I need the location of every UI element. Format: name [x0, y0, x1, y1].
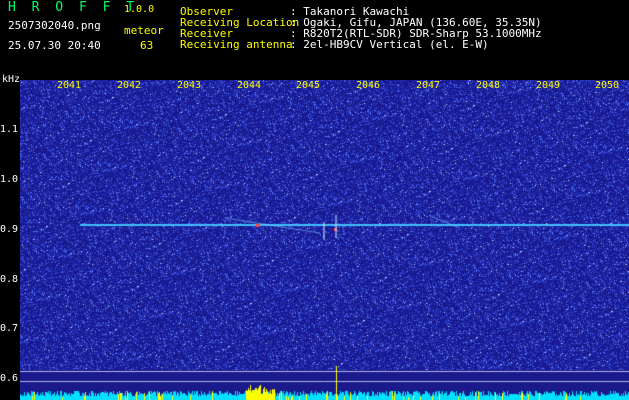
app-title: H R O F F T	[8, 0, 139, 15]
x-tick-label: 2046	[355, 80, 381, 91]
capture-timestamp: 25.07.30 20:40	[8, 39, 101, 52]
detection-count: 63	[140, 39, 154, 52]
antenna-value: : 2el-HB9CV Vertical (el. E-W)	[290, 38, 489, 51]
x-tick-label: 2044	[236, 80, 262, 91]
y-axis-unit: kHz	[2, 74, 21, 85]
app-version: 1.0.0	[124, 4, 155, 15]
x-tick-label: 2048	[475, 80, 501, 91]
y-tick-label: 1.1	[0, 124, 19, 135]
spectrogram-canvas	[20, 80, 629, 400]
y-tick-label: 0.7	[0, 323, 19, 334]
detection-label: meteor	[124, 24, 164, 37]
y-tick-label: 0.9	[0, 224, 19, 235]
x-tick-label: 2042	[116, 80, 142, 91]
x-tick-label: 2045	[295, 80, 321, 91]
y-tick-label: 0.6	[0, 373, 19, 384]
antenna-label: Receiving antenna	[180, 38, 293, 51]
x-tick-label: 2041	[56, 80, 82, 91]
y-tick-label: 1.0	[0, 174, 19, 185]
x-tick-label: 2043	[176, 80, 202, 91]
x-tick-label: 2049	[535, 80, 561, 91]
file-name: 2507302040.png	[8, 19, 101, 32]
x-tick-label: 2050	[594, 80, 620, 91]
x-tick-label: 2047	[415, 80, 441, 91]
y-tick-label: 0.8	[0, 274, 19, 285]
hrofft-window: H R O F F T 1.0.0 2507302040.png 25.07.3…	[0, 0, 629, 400]
